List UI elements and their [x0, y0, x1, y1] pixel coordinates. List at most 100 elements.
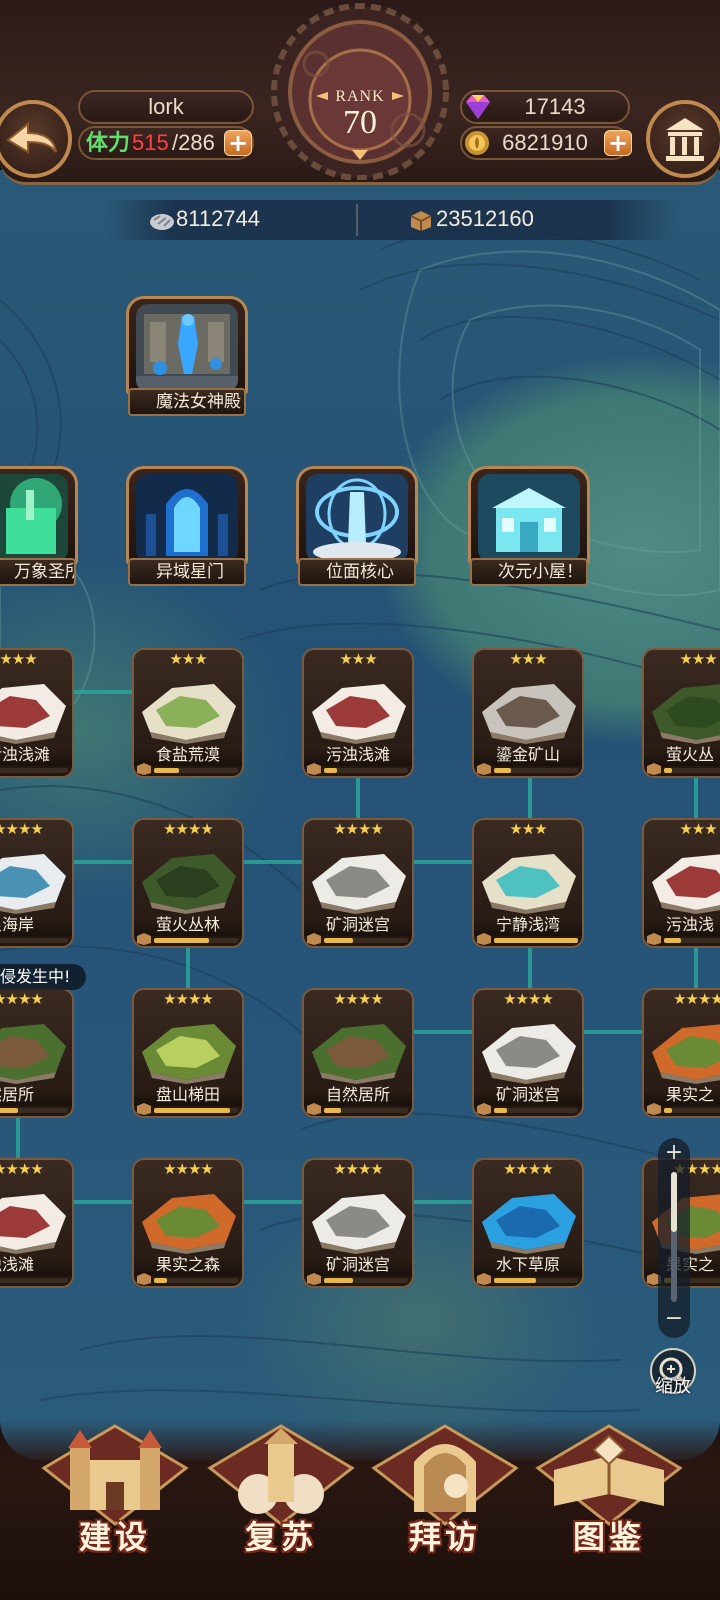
- region-tile[interactable]: ★★★★ 盘山梯田: [132, 988, 244, 1118]
- building-label: 万象圣所: [0, 558, 76, 586]
- region-tile[interactable]: ★★★★ 矿洞迷宫: [302, 818, 414, 948]
- crate-icon: [307, 933, 321, 945]
- zoom-handle[interactable]: [671, 1172, 677, 1232]
- add-stamina-button[interactable]: +: [224, 130, 252, 156]
- building-label: 魔法女神殿: [128, 388, 246, 416]
- tile-label: 浊浅滩: [0, 1254, 72, 1276]
- building-label: 次元小屋！: [470, 558, 588, 586]
- crate-icon: [410, 211, 432, 231]
- building-dimension-hut[interactable]: 次元小屋！: [464, 466, 594, 588]
- tile-progress-fill: [324, 938, 354, 943]
- add-gold-button[interactable]: +: [604, 130, 632, 156]
- crate-icon: [477, 1273, 491, 1285]
- tile-progress-bar: [664, 768, 720, 773]
- building-exotic-stargate[interactable]: 异域星门: [122, 466, 252, 588]
- terrain-art: [482, 854, 576, 914]
- path-connector: [72, 860, 134, 864]
- crate-icon: [307, 1103, 321, 1115]
- region-tile[interactable]: ★★★ 食盐荒漠: [132, 648, 244, 778]
- temple-art: [136, 304, 238, 392]
- region-tile[interactable]: ★★★ 鎏金矿山: [472, 648, 584, 778]
- stamina-label: 体力: [86, 130, 131, 155]
- tile-progress-bar: [324, 768, 408, 773]
- terrain-art: [142, 1024, 236, 1084]
- region-tile[interactable]: ★★★★浊浅滩: [0, 1158, 74, 1288]
- terrain-art: [482, 1024, 576, 1084]
- nav-codex-label: 图鉴: [572, 1518, 645, 1556]
- path-connector: [414, 860, 476, 864]
- region-tile[interactable]: ★★★ 宁静浅湾: [472, 818, 584, 948]
- tile-progress-bar: [0, 768, 68, 773]
- terrain-art: [482, 1194, 576, 1254]
- path-connector: [414, 1030, 476, 1034]
- resource-bar: 8112744 23512160: [106, 200, 676, 240]
- terrain-art: [652, 1024, 720, 1084]
- region-tile[interactable]: ★★★★ 萤火丛林: [132, 818, 244, 948]
- tile-progress-bar: [324, 938, 408, 943]
- tile-progress-bar: [494, 1108, 578, 1113]
- zoom-in-button[interactable]: +: [658, 1140, 690, 1166]
- tile-progress-fill: [154, 1108, 230, 1113]
- tile-progress-fill: [664, 1108, 673, 1113]
- tile-progress-fill: [0, 1108, 18, 1113]
- region-tile[interactable]: ★★★污浊浅滩: [0, 648, 74, 778]
- zoom-label: 缩放: [655, 1376, 691, 1397]
- invasion-banner[interactable]: 侵发生中!: [0, 964, 86, 990]
- crate-icon: [137, 763, 151, 775]
- nav-revive-button[interactable]: 复苏: [206, 1420, 356, 1570]
- gold-value: 6821910: [502, 130, 588, 155]
- tile-progress-bar: [0, 1278, 68, 1283]
- gems-value: 17143: [524, 94, 586, 119]
- path-connector: [414, 1200, 476, 1204]
- region-tile[interactable]: ★★★★ 果实之: [642, 988, 720, 1118]
- region-tile[interactable]: ★★★★ 矿洞迷宫: [472, 988, 584, 1118]
- rank-value: 70: [343, 104, 377, 141]
- tile-progress-fill: [494, 768, 511, 773]
- rank-emblem[interactable]: RANK 70: [268, 0, 452, 181]
- crate-icon: [477, 1103, 491, 1115]
- building-plane-core[interactable]: 位面核心: [292, 466, 422, 588]
- nav-build-button[interactable]: 建设: [40, 1420, 190, 1570]
- path-connector: [244, 860, 306, 864]
- region-tile[interactable]: ★★★★浪海岸: [0, 818, 74, 948]
- terrain-art: [312, 1194, 406, 1254]
- region-tile[interactable]: ★★★★ 水下草原: [472, 1158, 584, 1288]
- bottom-nav: 建设 复苏 拜访 图鉴: [0, 1420, 720, 1600]
- zoom-slider[interactable]: + −: [658, 1138, 690, 1338]
- tile-progress-fill: [324, 1108, 341, 1113]
- crate-icon: [137, 933, 151, 945]
- stone-icon: [150, 214, 174, 230]
- stone-amount: 8112744: [176, 206, 261, 231]
- region-tile[interactable]: ★★★★ 自然居所: [302, 988, 414, 1118]
- stargate-art: [136, 474, 238, 562]
- path-connector: [72, 1200, 134, 1204]
- path-connector: [72, 690, 134, 694]
- back-arrow-icon: [6, 121, 57, 154]
- tile-progress-bar: [0, 938, 68, 943]
- tile-label: 然居所: [0, 1084, 72, 1106]
- region-tile[interactable]: ★★★ 污浊浅: [642, 818, 720, 948]
- tile-progress-bar: [154, 1278, 238, 1283]
- building-label: 位面核心: [298, 558, 416, 586]
- tile-progress-bar: [154, 768, 238, 773]
- region-tile[interactable]: ★★★污浊浅滩: [302, 648, 414, 778]
- zoom-out-button[interactable]: −: [658, 1306, 690, 1331]
- building-magic-goddess-temple[interactable]: 魔法女神殿: [122, 296, 252, 418]
- region-tile[interactable]: ★★★ 萤火丛: [642, 648, 720, 778]
- tile-label: 污浊浅滩: [0, 744, 72, 766]
- region-tile[interactable]: ★★★★ 矿洞迷宫: [302, 1158, 414, 1288]
- crate-icon: [477, 763, 491, 775]
- region-tile[interactable]: ★★★★ 果实之森: [132, 1158, 244, 1288]
- tile-progress-bar: [324, 1108, 408, 1113]
- museum-button[interactable]: [646, 100, 720, 178]
- building-all-things-sanctuary[interactable]: 万象圣所: [0, 466, 82, 588]
- nav-codex-button[interactable]: 图鉴: [534, 1420, 684, 1570]
- nav-visit-button[interactable]: 拜访: [370, 1420, 520, 1570]
- zoom-track[interactable]: [671, 1172, 677, 1302]
- region-tile[interactable]: ★★★★然居所: [0, 988, 74, 1118]
- tile-progress-bar: [154, 1108, 238, 1113]
- terrain-art: [312, 1024, 406, 1084]
- crate-icon: [477, 933, 491, 945]
- tile-progress-fill: [664, 768, 673, 773]
- back-button[interactable]: [0, 100, 72, 178]
